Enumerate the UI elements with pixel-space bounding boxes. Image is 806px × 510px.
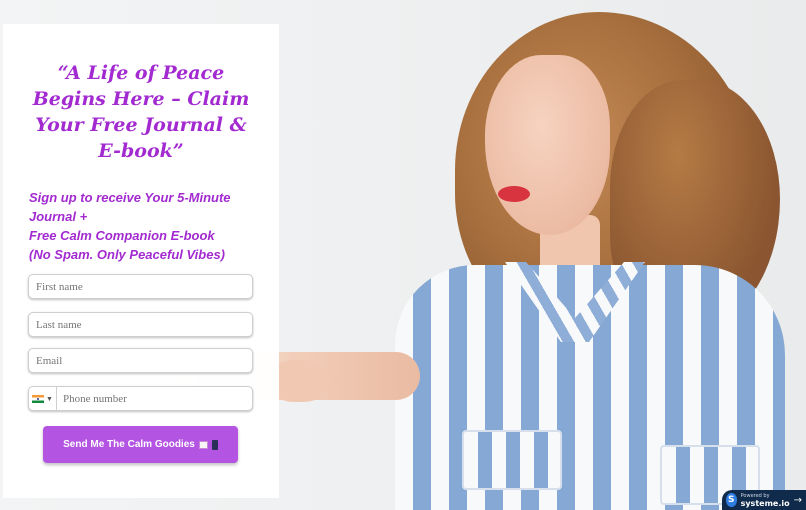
envelope-icon bbox=[198, 440, 208, 449]
form-headline: “A Life of Peace Begins Here – Claim You… bbox=[32, 62, 250, 162]
last-name-input[interactable]: Last name bbox=[28, 312, 253, 337]
phone-input-group: ▼ Phone number bbox=[28, 386, 253, 411]
systeme-logo-icon: S bbox=[726, 493, 737, 507]
phone-icon bbox=[211, 439, 218, 450]
subhead-line-1: Sign up to receive Your 5-Minute Journal… bbox=[29, 190, 231, 224]
phone-number-input[interactable]: Phone number bbox=[57, 393, 127, 405]
last-name-placeholder: Last name bbox=[36, 318, 82, 331]
email-input[interactable]: Email bbox=[28, 348, 253, 373]
signup-form-card: “A Life of Peace Begins Here – Claim You… bbox=[3, 24, 279, 498]
subhead-line-3: (No Spam. Only Peaceful Vibes) bbox=[29, 247, 226, 262]
country-code-select[interactable]: ▼ bbox=[29, 387, 57, 410]
badge-text: Powered by systeme.io bbox=[740, 493, 790, 508]
first-name-placeholder: First name bbox=[36, 280, 83, 293]
hero-face bbox=[485, 55, 610, 235]
first-name-input[interactable]: First name bbox=[28, 274, 253, 299]
hero-lips bbox=[498, 186, 530, 202]
hero-shirt-pocket-left bbox=[462, 430, 562, 490]
email-placeholder: Email bbox=[36, 354, 63, 367]
subhead-line-2: Free Calm Companion E-book bbox=[29, 228, 215, 243]
submit-button[interactable]: Send Me The Calm Goodies bbox=[43, 426, 238, 463]
chevron-down-icon: ▼ bbox=[46, 394, 53, 403]
badge-brand: systeme.io bbox=[740, 499, 790, 508]
powered-by-badge[interactable]: S Powered by systeme.io → bbox=[722, 490, 806, 510]
hero-hand bbox=[270, 360, 330, 402]
form-subhead: Sign up to receive Your 5-Minute Journal… bbox=[29, 188, 275, 264]
submit-button-label: Send Me The Calm Goodies bbox=[63, 439, 195, 450]
india-flag-icon bbox=[32, 394, 45, 403]
arrow-right-icon: → bbox=[793, 494, 802, 506]
